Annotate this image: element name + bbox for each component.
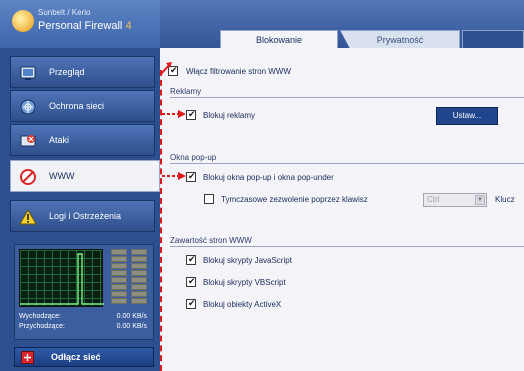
sidebar-item-www[interactable]: WWW bbox=[10, 160, 160, 192]
sidebar-item-logs[interactable]: Logi i Ostrzeżenia bbox=[10, 200, 155, 232]
sidebar-item-label: Ochrona sieci bbox=[49, 101, 105, 111]
tab-hidden[interactable] bbox=[462, 30, 524, 48]
disconnect-network-button[interactable]: Odłącz sieć bbox=[14, 347, 154, 367]
ads-divider bbox=[170, 97, 524, 98]
outgoing-meter bbox=[111, 249, 127, 307]
hotkey-select[interactable]: Ctrl ▼ bbox=[423, 193, 487, 207]
block-activex-label: Blokuj obiekty ActiveX bbox=[203, 300, 282, 309]
outgoing-label: Wychodzące: bbox=[19, 313, 61, 320]
sidebar: Sunbelt / Kerio Personal Firewall 4 Prze… bbox=[0, 0, 160, 371]
check-mark-icon: ✔ bbox=[188, 109, 196, 119]
block-activex-checkbox[interactable]: ✔ bbox=[186, 298, 196, 309]
product-version: 4 bbox=[125, 20, 132, 32]
product-title: Personal Firewall bbox=[38, 20, 123, 32]
block-javascript-label: Blokuj skrypty JavaScript bbox=[203, 256, 292, 265]
product-name: Personal Firewall 4 bbox=[38, 20, 132, 32]
overview-icon bbox=[20, 66, 36, 80]
enable-filtering-label: Włącz filtrowanie stron WWW bbox=[186, 67, 291, 76]
check-mark-icon: ✔ bbox=[188, 171, 196, 181]
sidebar-item-label: Ataki bbox=[49, 135, 70, 145]
annotation-arrow-icon bbox=[162, 172, 186, 180]
block-popups-label: Blokuj okna pop-up i okna pop-under bbox=[203, 173, 334, 182]
sun-logo-icon bbox=[12, 10, 34, 32]
tab-privacy[interactable]: Prywatność bbox=[340, 30, 460, 48]
annotation-arrow-icon bbox=[162, 110, 186, 118]
attacks-icon bbox=[20, 135, 36, 147]
hotkey-value: Ctrl bbox=[427, 195, 440, 204]
sidebar-item-overview[interactable]: Przegląd bbox=[10, 56, 155, 88]
web-content-divider bbox=[170, 246, 524, 247]
app-logo: Sunbelt / Kerio Personal Firewall 4 bbox=[0, 0, 160, 48]
check-mark-icon: ✔ bbox=[188, 298, 196, 308]
temp-allow-label: Tymczasowe zezwolenie poprzez klawisz bbox=[221, 195, 368, 204]
block-vbscript-label: Blokuj skrypty VBScript bbox=[203, 278, 286, 287]
block-vbscript-checkbox[interactable]: ✔ bbox=[186, 276, 196, 287]
tab-blocking[interactable]: Blokowanie bbox=[220, 30, 338, 48]
ads-section-title: Reklamy bbox=[170, 87, 202, 96]
outgoing-traffic: Wychodzące: 0.00 KB/s bbox=[19, 313, 151, 320]
popup-section-title: Okna pop-up bbox=[170, 153, 217, 162]
warning-icon bbox=[19, 208, 37, 225]
outgoing-value: 0.00 KB/s bbox=[116, 313, 147, 320]
block-ads-label: Blokuj reklamy bbox=[203, 111, 256, 120]
network-protection-icon bbox=[20, 99, 36, 115]
traffic-meters bbox=[107, 249, 151, 307]
block-javascript-checkbox[interactable]: ✔ bbox=[186, 254, 196, 265]
www-block-icon bbox=[20, 169, 36, 185]
traffic-spike-line bbox=[20, 253, 104, 305]
incoming-meter bbox=[131, 249, 147, 307]
incoming-traffic: Przychodzące: 0.00 KB/s bbox=[19, 323, 151, 330]
sidebar-item-network-protection[interactable]: Ochrona sieci bbox=[10, 90, 155, 122]
disconnect-icon bbox=[21, 351, 34, 364]
ads-settings-button[interactable]: Ustaw... bbox=[436, 107, 498, 125]
check-mark-icon: ✔ bbox=[188, 254, 196, 264]
traffic-graph bbox=[19, 249, 104, 307]
temp-allow-checkbox[interactable] bbox=[204, 194, 214, 204]
sidebar-item-label: Przegląd bbox=[49, 67, 85, 77]
incoming-value: 0.00 KB/s bbox=[116, 323, 147, 330]
disconnect-label: Odłącz sieć bbox=[51, 352, 101, 362]
sidebar-item-label: WWW bbox=[49, 171, 75, 181]
chevron-down-icon[interactable]: ▼ bbox=[475, 195, 485, 205]
incoming-label: Przychodzące: bbox=[19, 323, 65, 330]
sidebar-item-attacks[interactable]: Ataki bbox=[10, 124, 155, 156]
traffic-monitor: Wychodzące: 0.00 KB/s Przychodzące: 0.00… bbox=[14, 244, 154, 340]
annotation-arrow-icon bbox=[160, 62, 172, 75]
web-content-section-title: Zawartość stron WWW bbox=[170, 236, 252, 245]
popup-divider bbox=[170, 163, 524, 164]
sidebar-item-label: Logi i Ostrzeżenia bbox=[49, 211, 122, 221]
check-mark-icon: ✔ bbox=[188, 276, 196, 286]
key-label: Klucz bbox=[495, 195, 515, 204]
brand-name: Sunbelt / Kerio bbox=[38, 8, 91, 17]
